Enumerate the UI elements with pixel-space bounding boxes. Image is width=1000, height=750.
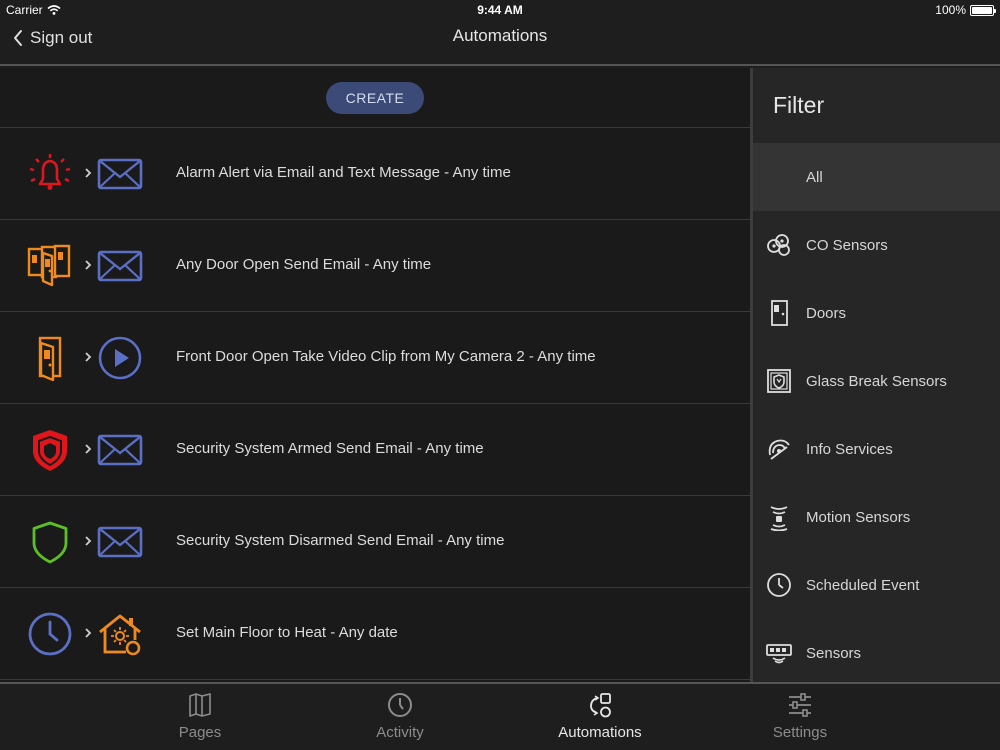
filter-item-label: All [806,168,823,186]
automations-list: CREATE Alarm Alert via Email and Text Me… [0,68,750,682]
automation-row[interactable]: Set Main Floor to Heat - Any date [0,588,750,680]
filter-item-label: Glass Break Sensors [806,372,947,390]
clock-icon [26,611,74,657]
tab-pages[interactable]: Pages [100,684,300,750]
create-row: CREATE [0,68,750,128]
tab-label: Pages [178,724,222,741]
tab-label: Settings [772,724,828,741]
chevron-right-icon [85,352,92,362]
settings-sliders-icon [787,692,813,718]
motion-sensor-icon [765,503,793,531]
automation-row[interactable]: Front Door Open Take Video Clip from My … [0,312,750,404]
automation-row[interactable]: Any Door Open Send Email - Any time [0,220,750,312]
filter-item-label: CO Sensors [806,236,888,254]
filter-item-label: Scheduled Event [806,576,920,594]
filter-item-scheduled-event[interactable]: Scheduled Event [753,551,1000,619]
automation-row[interactable]: Security System Armed Send Email - Any t… [0,404,750,496]
chevron-right-icon [85,444,92,454]
automation-label: Security System Disarmed Send Email - An… [176,532,505,549]
tab-label: Automations [558,724,642,741]
automation-label: Set Main Floor to Heat - Any date [176,624,398,641]
info-services-icon [765,435,793,463]
filter-item-info-services[interactable]: Info Services [753,415,1000,483]
battery-icon [970,4,996,16]
email-icon [96,520,144,564]
automation-row[interactable]: Alarm Alert via Email and Text Message -… [0,128,750,220]
battery-indicator: 100% [935,3,996,17]
glass-break-icon [765,367,793,395]
filter-item-label: Doors [806,304,847,322]
filter-item-label: Motion Sensors [806,508,911,526]
filter-item-label: Info Services [806,440,893,458]
navigation-bar: Sign out Automations [0,20,1000,66]
tab-settings[interactable]: Settings [700,684,900,750]
activity-clock-icon [387,692,413,718]
play-video-icon [96,336,144,380]
thermostat-home-icon [96,612,144,656]
automation-row[interactable]: Security System Disarmed Send Email - An… [0,496,750,588]
filter-title: Filter [773,92,825,118]
chevron-right-icon [85,628,92,638]
co-sensor-icon [765,231,793,259]
door-icon [26,335,74,381]
filter-item-label: Sensors [806,644,862,662]
alarm-bell-icon [26,151,74,197]
filter-item-motion-sensors[interactable]: Motion Sensors [753,483,1000,551]
tab-bar: Pages Activity Automations Settings [0,682,1000,750]
create-button[interactable]: CREATE [326,81,424,114]
scheduled-clock-icon [765,571,793,599]
filter-item-all[interactable]: All [753,143,1000,211]
email-icon [96,152,144,196]
chevron-right-icon [85,260,92,270]
tab-label: Activity [376,724,424,741]
disarmed-shield-icon [26,519,74,565]
page-title: Automations [452,26,548,45]
chevron-right-icon [85,536,92,546]
automation-label: Front Door Open Take Video Clip from My … [176,348,596,365]
tab-activity[interactable]: Activity [300,684,500,750]
chevron-right-icon [85,168,92,178]
status-time: 9:44 AM [477,3,523,17]
automations-icon [587,692,613,718]
automation-label: Any Door Open Send Email - Any time [176,256,432,273]
automation-label: Alarm Alert via Email and Text Message -… [176,164,511,181]
filter-item-glass-break-sensors[interactable]: Glass Break Sensors [753,347,1000,415]
door-sensor-icon [765,299,793,327]
automation-label: Security System Armed Send Email - Any t… [176,440,484,457]
email-icon [96,428,144,472]
email-icon [96,244,144,288]
pages-icon [187,692,213,718]
filter-panel: Filter All CO Sensors Doors Glass Break … [750,68,1000,682]
tab-automations[interactable]: Automations [500,684,700,750]
battery-percent: 100% [935,3,966,17]
filter-item-doors[interactable]: Doors [753,279,1000,347]
filter-item-sensors[interactable]: Sensors [753,619,1000,682]
status-bar: Carrier 9:44 AM 100% [0,0,1000,20]
armed-shield-icon [26,427,74,473]
multiple-doors-icon [26,243,74,289]
sensors-icon [765,639,793,667]
filter-item-co-sensors[interactable]: CO Sensors [753,211,1000,279]
